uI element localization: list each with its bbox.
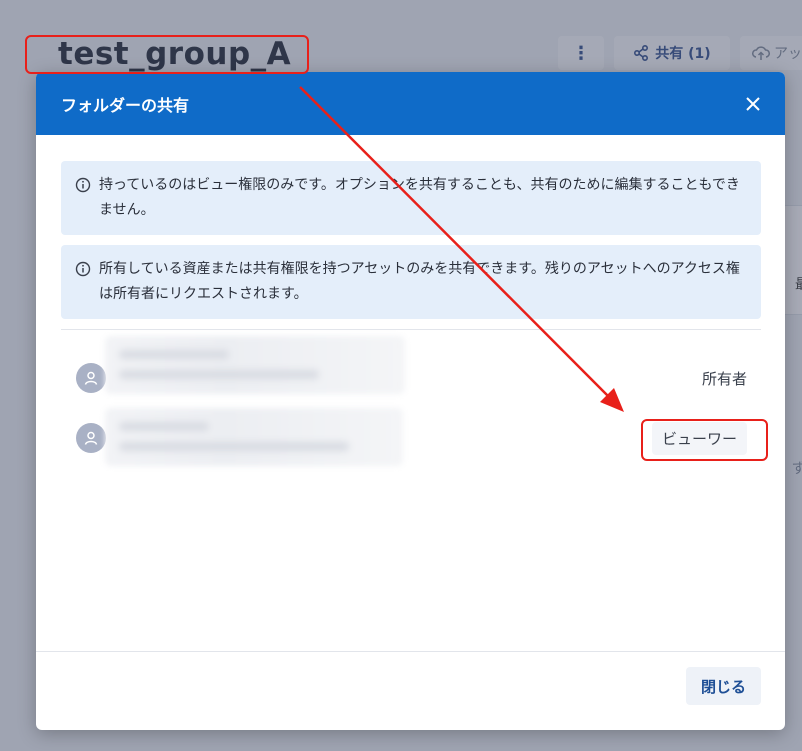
info-icon <box>75 261 91 277</box>
info-message-view-only: 持っているのはビュー権限のみです。オプションを共有することも、共有のために編集す… <box>61 161 761 235</box>
info-icon <box>75 177 91 193</box>
user-icon <box>84 431 98 445</box>
close-dialog-button[interactable]: 閉じる <box>685 667 761 705</box>
member-name-redacted <box>105 336 405 394</box>
user-icon <box>84 371 98 385</box>
close-button[interactable] <box>741 92 765 116</box>
info-message-text: 所有している資産または共有権限を持つアセットのみを共有できます。残りのアセットへ… <box>99 261 740 302</box>
divider <box>61 329 761 330</box>
annotation-box-role <box>641 419 768 461</box>
dialog-header: フォルダーの共有 <box>36 72 785 135</box>
annotation-box-title <box>25 35 309 74</box>
info-message-owned-assets: 所有している資産または共有権限を持つアセットのみを共有できます。残りのアセットへ… <box>61 245 761 319</box>
avatar <box>76 423 106 453</box>
member-row-owner: 所有者 <box>61 336 761 408</box>
avatar <box>76 363 106 393</box>
member-name-redacted <box>105 408 403 466</box>
info-message-text: 持っているのはビュー権限のみです。オプションを共有することも、共有のために編集す… <box>99 177 740 218</box>
share-folder-dialog: フォルダーの共有 持っているのはビュー権限のみです。オプションを共有することも、… <box>36 72 785 730</box>
member-role: 所有者 <box>701 369 747 388</box>
dialog-title: フォルダーの共有 <box>61 95 190 115</box>
dialog-footer: 閉じる <box>36 651 785 730</box>
close-icon <box>746 96 760 111</box>
